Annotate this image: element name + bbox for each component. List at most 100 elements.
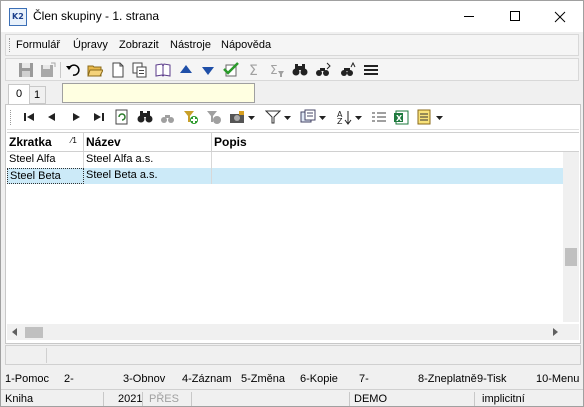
cell-nazev[interactable]: Steel Beta a.s. [84,168,212,184]
fkey-5[interactable]: 5-Změna [241,373,285,385]
find-next-icon[interactable] [315,62,331,78]
filter-icon[interactable] [264,109,282,125]
menu-upravy[interactable]: Úpravy [73,39,108,51]
tab-0-label: 0 [16,88,23,100]
quick-filter-input[interactable] [62,83,255,103]
filter-dropdown-icon[interactable] [283,109,293,125]
app-icon-label: K2 [12,12,24,21]
last-record-icon[interactable] [91,109,107,125]
menu-lines-icon[interactable] [363,62,379,78]
find-replace-icon[interactable] [340,61,356,78]
tab-0[interactable]: 0 [8,84,30,105]
toolbar-separator [60,62,61,78]
cell-popis[interactable] [212,152,512,168]
browse-toolbar-grip[interactable] [10,110,12,125]
sort-dropdown-icon[interactable] [354,109,364,125]
column-header-zkratka[interactable]: Zkratka ⁄1 [7,133,84,153]
info-bar [5,345,581,365]
fkey-9[interactable]: 9-Tisk [477,373,507,385]
vertical-scrollbar[interactable] [563,152,579,322]
sum-filter-icon[interactable]: Σ [269,62,285,78]
scroll-left-icon[interactable] [12,328,17,336]
fkey-7[interactable]: 7- [359,373,369,385]
column-header-popis[interactable]: Popis [212,133,512,153]
svg-text:Σ: Σ [249,63,258,78]
sort-ascending-icon: ⁄1 [71,136,77,145]
camera-icon[interactable] [229,109,245,125]
tab-1[interactable]: 1 [30,86,46,104]
svg-text:Z: Z [337,117,343,125]
fkey-2[interactable]: 2- [64,373,74,385]
horizontal-scroll-thumb[interactable] [25,327,43,338]
excel-export-icon[interactable]: X [393,109,409,125]
book-icon[interactable] [155,62,171,78]
sort-az-icon[interactable]: AZ [336,109,352,126]
menu-formular[interactable]: Formulář [16,39,60,51]
horizontal-scrollbar[interactable] [7,324,579,340]
function-key-bar: 1-Pomoc 2- 3-Obnov 4-Záznam 5-Změna 6-Ko… [1,370,583,388]
column-header-nazev[interactable]: Název [84,133,212,153]
camera-dropdown-icon[interactable] [247,109,257,125]
fkey-10[interactable]: 10-Menu [536,373,579,385]
menu-napoveda[interactable]: Nápověda [221,39,271,51]
cell-popis[interactable] [212,168,512,184]
menu-bar: Formulář Úpravy Zobrazit Nástroje Nápově… [5,34,579,56]
search-next-icon[interactable] [160,109,176,125]
cell-nazev[interactable]: Steel Alfa a.s. [84,152,212,168]
minimize-icon [464,16,474,17]
report-icon[interactable] [416,109,432,125]
tab-1-label: 1 [34,89,41,101]
report-dropdown-icon[interactable] [435,109,445,125]
close-button[interactable] [537,1,583,32]
undo-icon[interactable] [65,62,81,78]
column-header-popis-label: Popis [214,135,247,149]
remove-filter-icon[interactable] [206,109,222,125]
menu-nastroje[interactable]: Nástroje [170,39,211,51]
refresh-icon[interactable] [114,109,130,125]
search-icon[interactable] [137,109,153,125]
status-state: implicitní [482,393,525,405]
browse-toolbar: AZ X [7,106,579,130]
arrow-down-icon[interactable] [200,62,216,78]
status-year: 2021 [118,393,143,405]
table-row[interactable]: Steel Alfa Steel Alfa a.s. [7,152,563,168]
fkey-6[interactable]: 6-Kopie [300,373,338,385]
fkey-8[interactable]: 8-Zneplatně [418,373,477,385]
new-document-icon[interactable] [110,62,126,78]
vertical-scroll-thumb[interactable] [565,248,577,266]
browse-panel: AZ X Zkratka ⁄1 Název Popis Steel Alfa S… [5,104,581,344]
open-folder-icon[interactable] [87,62,104,78]
check-icon[interactable] [223,62,239,78]
previous-record-icon[interactable] [44,109,60,125]
sum-icon[interactable]: Σ [246,62,262,79]
fkey-1[interactable]: 1-Pomoc [5,373,49,385]
menu-zobrazit[interactable]: Zobrazit [119,39,159,51]
add-filter-icon[interactable] [183,109,199,125]
fkey-4[interactable]: 4-Záznam [182,373,232,385]
fkey-3[interactable]: 3-Obnov [123,373,165,385]
scroll-right-icon[interactable] [553,328,558,336]
cell-zkratka[interactable]: Steel Beta [7,168,84,184]
maximize-button[interactable] [492,1,538,32]
title-bar: K2 Člen skupiny - 1. strana [1,1,583,32]
columns-dropdown-icon[interactable] [318,109,328,125]
minimize-button[interactable] [446,1,492,32]
first-record-icon[interactable] [21,109,37,125]
svg-text:Σ: Σ [270,63,278,77]
save-as-icon[interactable] [40,62,56,78]
list-icon[interactable] [371,109,387,125]
menu-grip[interactable] [9,38,11,52]
arrow-up-icon[interactable] [178,62,194,78]
save-icon[interactable] [18,62,34,78]
columns-icon[interactable] [300,109,316,125]
table-row-selected[interactable]: Steel Beta Steel Beta a.s. [7,168,563,184]
cell-zkratka[interactable]: Steel Alfa [7,152,84,168]
sort-order-number: 1 [72,136,77,145]
next-record-icon[interactable] [68,109,84,125]
window-title: Člen skupiny - 1. strana [33,9,160,23]
status-mode: PŘES [149,393,179,405]
main-toolbar: Σ Σ [5,58,579,81]
copy-icon[interactable] [132,62,148,78]
status-database: DEMO [354,393,387,405]
find-icon[interactable] [292,62,308,78]
